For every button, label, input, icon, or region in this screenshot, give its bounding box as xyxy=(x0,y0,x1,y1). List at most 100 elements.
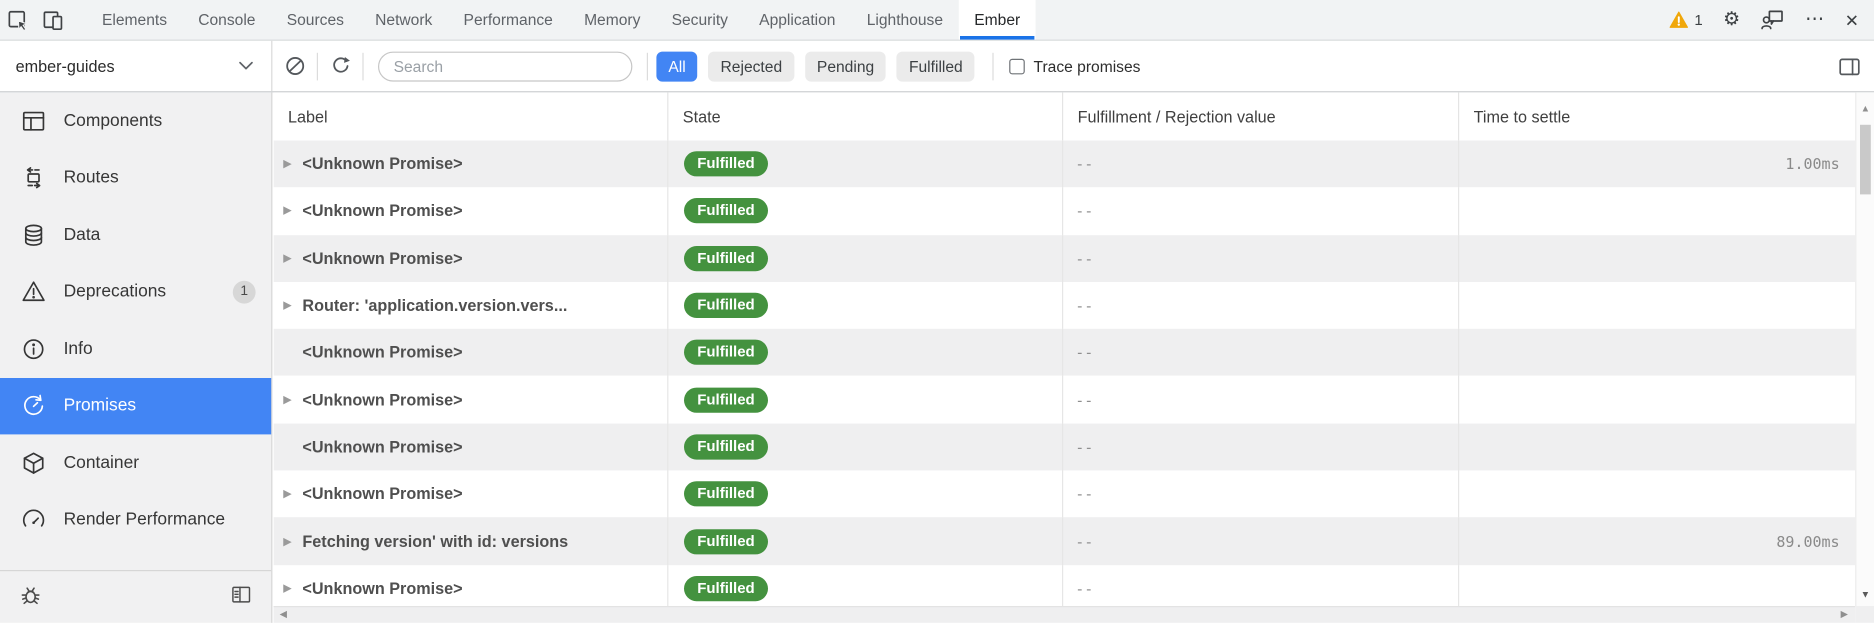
filter-chip[interactable]: Pending xyxy=(805,51,886,81)
time-to-settle: 1.00ms xyxy=(1458,140,1855,187)
app-select-value: ember-guides xyxy=(16,57,115,75)
warnings-indicator[interactable]: 1 xyxy=(1669,11,1703,29)
devtools-tab[interactable]: Ember xyxy=(959,0,1036,40)
status-badge: Fulfilled xyxy=(684,199,768,224)
expander-icon[interactable]: ▶ xyxy=(281,582,303,595)
expander-icon[interactable]: ▶ xyxy=(281,487,303,500)
sidebar-item-info[interactable]: Info xyxy=(0,320,271,377)
promise-label: <Unknown Promise> xyxy=(302,155,462,173)
promise-row[interactable]: ▶ <Unknown Promise> Fulfilled -- xyxy=(274,188,1856,235)
device-toolbar-icon xyxy=(40,8,64,32)
fulfillment-value: -- xyxy=(1062,423,1458,470)
promise-row[interactable]: ▶ <Unknown Promise> Fulfilled -- xyxy=(274,565,1856,606)
promises-icon xyxy=(20,393,46,419)
promise-row[interactable]: ▶ Fetching version' with id: versions Fu… xyxy=(274,518,1856,565)
column-header: Label xyxy=(274,92,668,140)
promise-label: <Unknown Promise> xyxy=(302,579,462,597)
filter-chip[interactable]: Fulfilled xyxy=(897,51,975,81)
expander-icon[interactable]: ▶ xyxy=(281,535,303,548)
scroll-up-icon[interactable]: ▲ xyxy=(1856,103,1874,114)
devtools-tab[interactable]: Console xyxy=(183,0,271,40)
sidebar-item-deprecations[interactable]: Deprecations 1 xyxy=(0,263,271,320)
sidebar-item-label: Render Performance xyxy=(64,510,226,529)
column-header: State xyxy=(667,92,1062,140)
info-icon xyxy=(20,336,46,362)
filter-chip[interactable]: Rejected xyxy=(709,51,795,81)
devtools-tab[interactable]: Security xyxy=(656,0,744,40)
status-badge: Fulfilled xyxy=(684,529,768,554)
close-devtools-button[interactable]: ✕ xyxy=(1845,11,1859,28)
speedometer-icon xyxy=(20,507,46,533)
clear-promises-button[interactable] xyxy=(272,55,316,77)
inspect-cursor-icon xyxy=(5,8,29,32)
overflow-menu-icon: ⋯ xyxy=(1805,9,1824,29)
more-options-button[interactable]: ⋯ xyxy=(1805,10,1824,29)
sidebar-item-label: Deprecations xyxy=(64,282,167,301)
sidebar-item-render-performance[interactable]: Render Performance xyxy=(0,491,271,548)
routes-icon xyxy=(20,165,46,191)
feedback-button[interactable] xyxy=(1761,8,1785,31)
devtools-tab[interactable]: Memory xyxy=(568,0,656,40)
device-toolbar-button[interactable] xyxy=(35,0,70,40)
sidebar-item-routes[interactable]: Routes xyxy=(0,149,271,206)
scroll-right-icon[interactable]: ▶ xyxy=(1841,609,1848,620)
expander-icon[interactable]: ▶ xyxy=(281,205,303,218)
devtools-tab[interactable]: Elements xyxy=(86,0,182,40)
ember-sidebar: Components Routes Data Deprec xyxy=(0,92,272,623)
settings-button[interactable]: ⚙ xyxy=(1723,10,1740,29)
toggle-sidebar-layout-button[interactable] xyxy=(229,583,253,612)
inspect-element-button[interactable] xyxy=(0,0,35,40)
vertical-scrollbar[interactable]: ▲ ▼ xyxy=(1855,92,1874,606)
devtools-tabs: Elements Console Sources Network Perform… xyxy=(86,0,1035,40)
fulfillment-value: -- xyxy=(1062,518,1458,565)
column-header: Fulfillment / Rejection value xyxy=(1062,92,1458,140)
chevron-down-icon xyxy=(239,61,253,71)
promise-row[interactable]: ▶ <Unknown Promise> Fulfilled -- xyxy=(274,376,1856,423)
status-badge: Fulfilled xyxy=(684,246,768,271)
sidebar-item-components[interactable]: Components xyxy=(0,92,271,149)
status-badge: Fulfilled xyxy=(684,293,768,318)
sidebar-item-data[interactable]: Data xyxy=(0,206,271,263)
expander-icon[interactable]: ▶ xyxy=(281,157,303,170)
expander-icon[interactable]: ▶ xyxy=(281,299,303,312)
promise-row[interactable]: ▶ <Unknown Promise> Fulfilled -- 1.00ms xyxy=(274,140,1856,187)
close-icon: ✕ xyxy=(1845,10,1859,29)
sidebar-item-label: Info xyxy=(64,339,93,358)
time-to-settle xyxy=(1458,470,1855,517)
app-select[interactable]: ember-guides xyxy=(0,41,272,91)
sidebar-item-container[interactable]: Container xyxy=(0,434,271,491)
toolbar-divider xyxy=(993,52,994,80)
filter-chip[interactable]: All xyxy=(656,51,697,81)
devtools-tab[interactable]: Lighthouse xyxy=(851,0,959,40)
reload-button[interactable] xyxy=(318,55,362,77)
warning-triangle-icon xyxy=(20,279,46,305)
report-bug-button[interactable] xyxy=(18,582,43,613)
scrollbar-corner xyxy=(1855,606,1874,623)
scroll-left-icon[interactable]: ◀ xyxy=(280,609,287,620)
devtools-tab[interactable]: Performance xyxy=(448,0,569,40)
expander-icon[interactable]: ▶ xyxy=(281,252,303,265)
time-to-settle xyxy=(1458,282,1855,329)
search-input[interactable] xyxy=(378,51,632,81)
promise-row[interactable]: ▶ <Unknown Promise> Fulfilled -- xyxy=(274,235,1856,282)
promise-row[interactable]: ▶ <Unknown Promise> Fulfilled -- xyxy=(274,423,1856,470)
panel-right-icon xyxy=(1837,56,1861,76)
horizontal-scrollbar[interactable]: ◀ ▶ xyxy=(274,606,1856,623)
trace-promises-checkbox[interactable] xyxy=(1010,58,1026,74)
scroll-down-icon[interactable]: ▼ xyxy=(1856,589,1874,600)
time-to-settle: 89.00ms xyxy=(1458,518,1855,565)
expander-icon[interactable]: ▶ xyxy=(281,393,303,406)
fulfillment-value: -- xyxy=(1062,470,1458,517)
promise-row[interactable]: ▶ <Unknown Promise> Fulfilled -- xyxy=(274,329,1856,376)
refresh-icon xyxy=(329,55,351,77)
promise-row[interactable]: ▶ <Unknown Promise> Fulfilled -- xyxy=(274,470,1856,517)
toggle-inspector-panel-button[interactable] xyxy=(1837,56,1861,76)
promise-row[interactable]: ▶ Router: 'application.version.vers... F… xyxy=(274,282,1856,329)
sidebar-item-promises[interactable]: Promises xyxy=(0,377,271,434)
fulfillment-value: -- xyxy=(1062,565,1458,606)
devtools-tab[interactable]: Application xyxy=(744,0,852,40)
devtools-tab[interactable]: Network xyxy=(360,0,448,40)
devtools-tab[interactable]: Sources xyxy=(271,0,359,40)
warning-count: 1 xyxy=(1694,11,1702,28)
vertical-scrollbar-thumb[interactable] xyxy=(1860,125,1871,195)
